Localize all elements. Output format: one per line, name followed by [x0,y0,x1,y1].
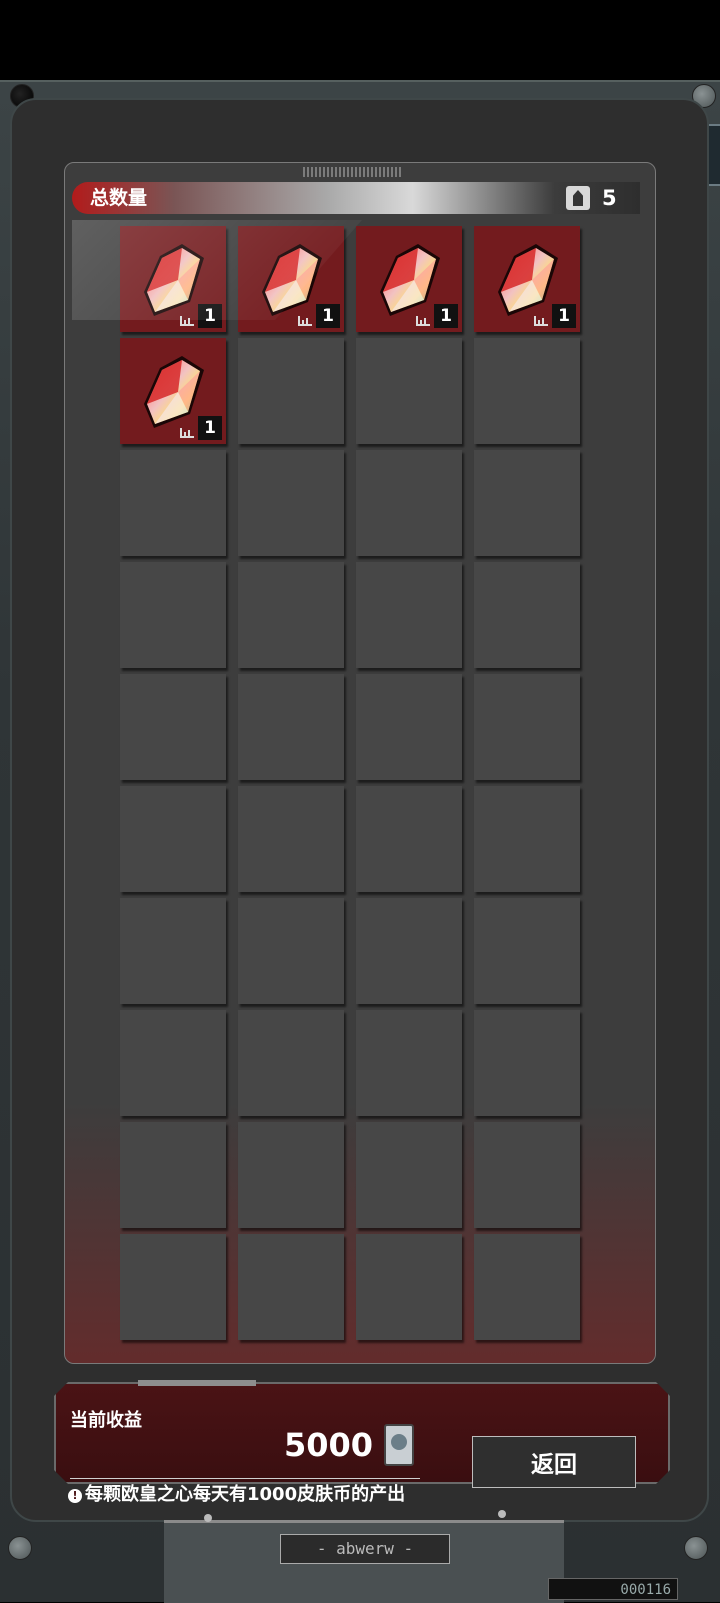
income-label: 当前收益 [70,1410,142,1431]
inventory-slot-empty[interactable] [474,898,580,1004]
inventory-slot-gem[interactable]: 1 [120,226,226,332]
inventory-slot-empty[interactable] [474,1010,580,1116]
inventory-slot-empty[interactable] [356,1234,462,1340]
inventory-slot-empty[interactable] [120,786,226,892]
stats-icon [180,314,194,326]
inventory-slot-empty[interactable] [120,898,226,1004]
plate-rivet-left [204,1514,212,1522]
inventory-slot-empty[interactable] [356,562,462,668]
inventory-slot-empty[interactable] [120,1122,226,1228]
inventory-slot-empty[interactable] [356,1010,462,1116]
inventory-slot-empty[interactable] [238,1010,344,1116]
inventory-slot-gem[interactable]: 1 [238,226,344,332]
heart-gem-icon [144,356,204,428]
total-header-bar [72,182,640,214]
item-quantity: 1 [198,304,222,328]
inventory-slot-empty[interactable] [356,786,462,892]
skin-coin-icon [384,1424,414,1466]
inventory-slot-empty[interactable] [474,338,580,444]
info-icon: ! [68,1489,82,1503]
total-count: 5 [602,186,617,210]
inventory-slot-empty[interactable] [474,1122,580,1228]
inventory-slot-empty[interactable] [120,562,226,668]
panel-grip [303,167,403,177]
item-quantity: 1 [552,304,576,328]
inventory-slot-empty[interactable] [356,450,462,556]
inventory-slot-empty[interactable] [474,674,580,780]
back-button[interactable]: 返回 [472,1436,636,1488]
inventory-slot-empty[interactable] [238,450,344,556]
heart-gem-icon [498,244,558,316]
heart-gem-icon [380,244,440,316]
income-value: 5000 [284,1426,374,1464]
stats-icon [298,314,312,326]
total-label: 总数量 [90,187,148,209]
inventory-slot-empty[interactable] [120,1010,226,1116]
inventory-slot-empty[interactable] [474,562,580,668]
footer-divider [70,1478,420,1479]
heart-gem-icon [144,244,204,316]
item-quantity: 1 [316,304,340,328]
footer-tab [138,1380,256,1386]
inventory-slot-empty[interactable] [474,1234,580,1340]
gem-count-icon [566,186,590,210]
inventory-slot-empty[interactable] [120,450,226,556]
inventory-slot-empty[interactable] [474,786,580,892]
stats-icon [534,314,548,326]
inventory-slot-empty[interactable] [474,450,580,556]
item-quantity: 1 [198,416,222,440]
inventory-slot-empty[interactable] [120,674,226,780]
item-quantity: 1 [434,304,458,328]
inventory-slot-empty[interactable] [238,562,344,668]
inventory-slot-gem[interactable]: 1 [120,338,226,444]
inventory-slot-empty[interactable] [238,786,344,892]
inventory-slot-gem[interactable]: 1 [356,226,462,332]
inventory-slot-empty[interactable] [238,1234,344,1340]
bottom-right-screw [684,1536,708,1560]
stats-icon [180,426,194,438]
inventory-slot-empty[interactable] [356,898,462,1004]
inventory-slot-empty[interactable] [238,898,344,1004]
inventory-slot-gem[interactable]: 1 [474,226,580,332]
info-line: ! 每颗欧皇之心每天有1000皮肤币的产出 [68,1482,405,1508]
heart-gem-icon [262,244,322,316]
inventory-slot-empty[interactable] [238,338,344,444]
device-plate-label: - abwerw - [280,1534,450,1564]
inventory-slot-empty[interactable] [356,674,462,780]
serial-display: 000116 [548,1578,678,1600]
inventory-slot-empty[interactable] [356,338,462,444]
bottom-left-screw [8,1536,32,1560]
inventory-slot-empty[interactable] [356,1122,462,1228]
inventory-slot-empty[interactable] [238,1122,344,1228]
inventory-slot-empty[interactable] [120,1234,226,1340]
inventory-slot-empty[interactable] [238,674,344,780]
stats-icon [416,314,430,326]
info-text: 每颗欧皇之心每天有1000皮肤币的产出 [85,1484,406,1505]
plate-rivet-right [498,1510,506,1518]
